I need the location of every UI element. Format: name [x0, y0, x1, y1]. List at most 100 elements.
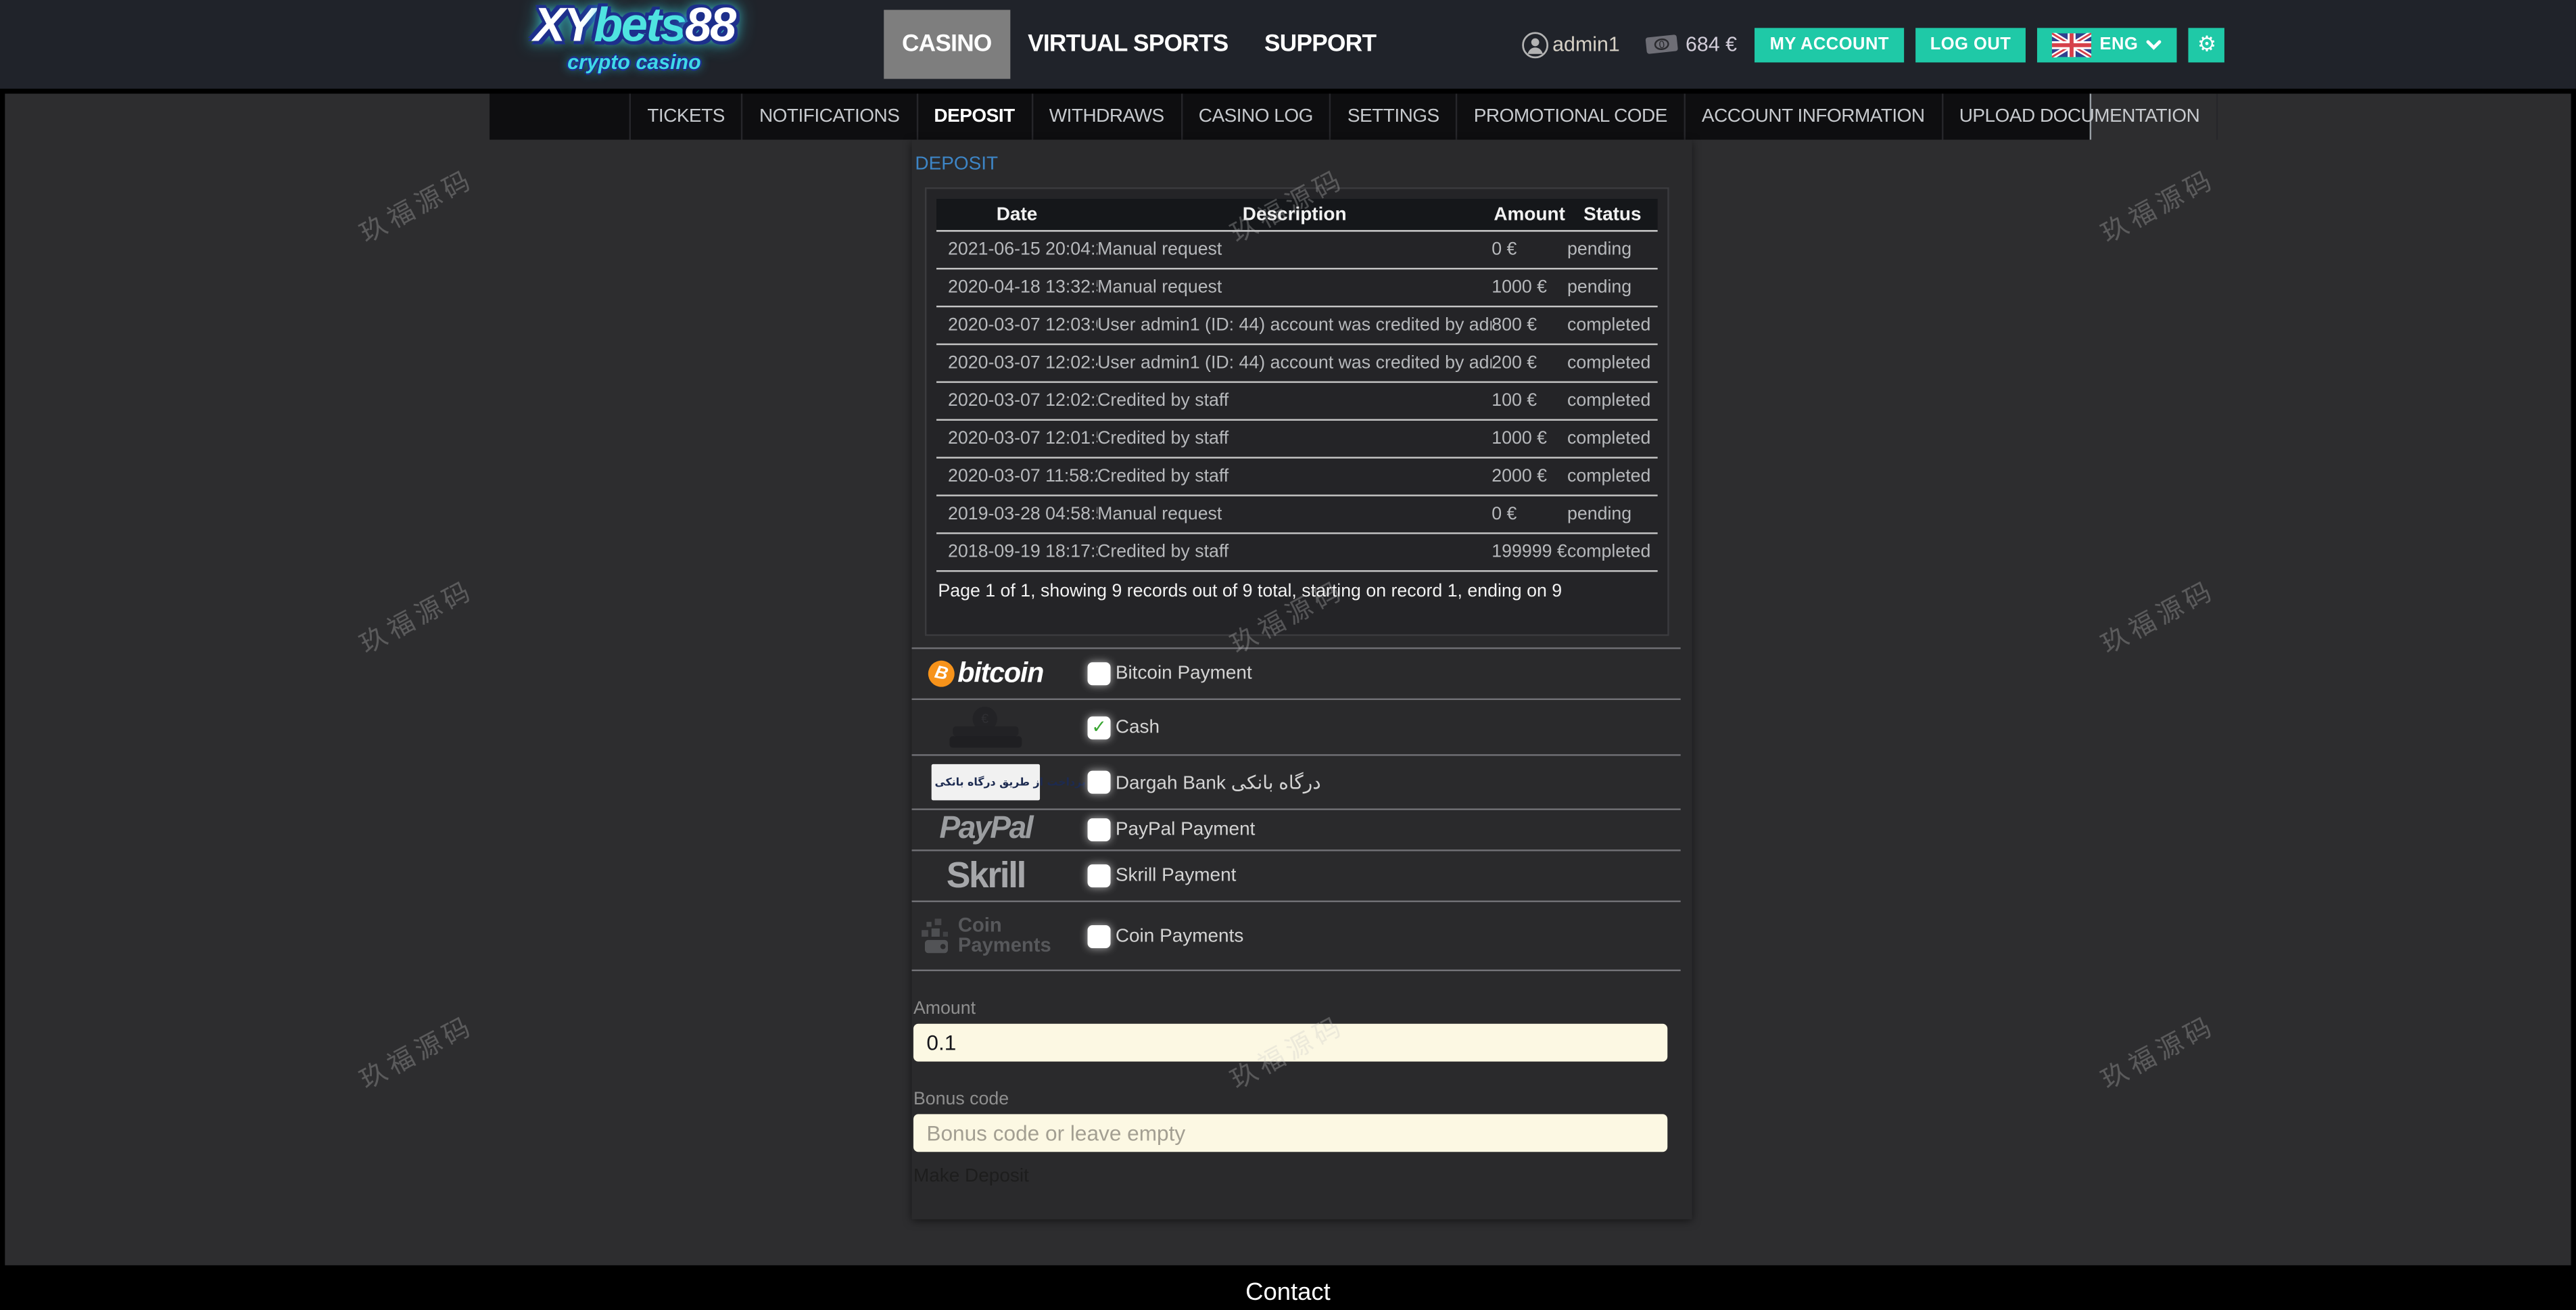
settings-gear-button[interactable]: ⚙	[2189, 27, 2225, 62]
dargah-bank-checkbox[interactable]	[1088, 771, 1111, 794]
payment-method-dargah-bank: پرداخت از طریق درگاه بانکی Dargah Bank در…	[912, 756, 1681, 810]
chevron-down-icon	[2146, 39, 2162, 50]
table-row: 2020-03-07 12:02:22Credited by staff100 …	[936, 383, 1658, 421]
cell-date: 2019-03-28 04:58:57	[936, 505, 1097, 524]
subnav-tab-promotional-code[interactable]: PROMOTIONAL CODE	[1456, 93, 1684, 139]
deposit-form: Amount Bonus code Make Deposit	[912, 999, 1692, 1190]
cell-amount: 1000 €	[1492, 429, 1567, 448]
cell-status: completed	[1567, 542, 1658, 562]
site-logo[interactable]: XYbets88 crypto casino	[503, 3, 766, 73]
deposit-panel: DEPOSIT DateDescriptionAmountStatus 2021…	[912, 140, 1692, 1219]
subnav-tab-notifications[interactable]: NOTIFICATIONS	[741, 93, 915, 139]
balance: 0 684 €	[1644, 33, 1737, 56]
contact-link[interactable]: Contact	[1245, 1278, 1331, 1306]
cell-description: Credited by staff	[1097, 391, 1492, 411]
cell-status: pending	[1567, 278, 1658, 298]
logo-tagline: crypto casino	[503, 53, 766, 73]
subnav-tab-upload-documentation[interactable]: UPLOAD DOCUMENTATION	[1941, 93, 2218, 139]
table-header-row: DateDescriptionAmountStatus	[936, 199, 1658, 232]
cell-date: 2020-03-07 12:01:55	[936, 429, 1097, 448]
subnav-tab-deposit[interactable]: DEPOSIT	[916, 93, 1031, 139]
cell-description: Manual request	[1097, 278, 1492, 298]
page-body: 玖福源码玖福源码玖福源码玖福源码玖福源码玖福源码玖福源码玖福源码玖福源码 TIC…	[5, 93, 2571, 1265]
payment-method-coin-payments: CoinPaymentsCoin Payments	[912, 902, 1681, 971]
subnav-tab-account-information[interactable]: ACCOUNT INFORMATION	[1684, 93, 1941, 139]
log-out-button[interactable]: LOG OUT	[1915, 27, 2026, 62]
table-row: 2020-03-07 11:58:22Credited by staff2000…	[936, 459, 1658, 496]
cell-status: pending	[1567, 240, 1658, 260]
watermark: 玖福源码	[352, 157, 480, 250]
payment-methods-list: Bbitcoin Bitcoin Payment € ✓ Cash پرداخت از ط…	[912, 647, 1681, 971]
table-row: 2018-09-19 18:17:39Credited by staff1999…	[936, 534, 1658, 572]
cell-description: Credited by staff	[1097, 542, 1492, 562]
amount-input[interactable]	[913, 1024, 1667, 1062]
cell-date: 2018-09-19 18:17:39	[936, 542, 1097, 562]
cell-date: 2020-04-18 13:32:54	[936, 278, 1097, 298]
cell-status: pending	[1567, 505, 1658, 524]
dargah-bank-logo: پرداخت از طریق درگاه بانکی	[912, 764, 1060, 800]
cell-status: completed	[1567, 467, 1658, 486]
bonus-code-input[interactable]	[913, 1114, 1667, 1152]
cell-description: User admin1 (ID: 44) account was credite…	[1097, 316, 1492, 335]
column-header-status: Status	[1567, 205, 1658, 225]
header-right: admin1 0 684 € MY ACCOUNT LOG OUT	[1521, 0, 2225, 89]
cash-checkbox[interactable]: ✓	[1088, 716, 1111, 739]
table-row: 2021-06-15 20:04:26Manual request0 €pend…	[936, 232, 1658, 270]
cell-amount: 1000 €	[1492, 278, 1567, 298]
watermark: 玖福源码	[2093, 157, 2221, 250]
watermark: 玖福源码	[352, 1004, 480, 1097]
coin-payments-checkbox[interactable]	[1088, 925, 1111, 948]
cell-amount: 200 €	[1492, 353, 1567, 373]
money-icon: 0	[1644, 33, 1679, 56]
make-deposit-link[interactable]: Make Deposit	[913, 1167, 1029, 1186]
language-label: ENG	[2100, 34, 2139, 54]
cell-amount: 100 €	[1492, 391, 1567, 411]
subnav-tab-tickets[interactable]: TICKETS	[629, 93, 742, 139]
user-icon	[1521, 30, 1549, 58]
svg-text:0: 0	[1658, 39, 1665, 51]
cell-amount: 0 €	[1492, 505, 1567, 524]
skrill-checkbox[interactable]	[1088, 864, 1111, 887]
subnav-tab-withdraws[interactable]: WITHDRAWS	[1031, 93, 1180, 139]
cell-description: User admin1 (ID: 44) account was credite…	[1097, 353, 1492, 373]
amount-label: Amount	[913, 999, 1667, 1019]
subnav-tab-casino-log[interactable]: CASINO LOG	[1180, 93, 1329, 139]
bitcoin-label: Bitcoin Payment	[1116, 664, 1252, 684]
cell-description: Credited by staff	[1097, 429, 1492, 448]
cell-description: Credited by staff	[1097, 467, 1492, 486]
main-nav-casino[interactable]: CASINO	[884, 10, 1009, 79]
cash-label: Cash	[1116, 718, 1160, 737]
bitcoin-checkbox[interactable]	[1088, 662, 1111, 685]
paypal-checkbox[interactable]	[1088, 818, 1111, 841]
cell-amount: 2000 €	[1492, 467, 1567, 486]
dargah-bank-banner: پرداخت از طریق درگاه بانکی	[932, 764, 1040, 800]
table-body: 2021-06-15 20:04:26Manual request0 €pend…	[936, 232, 1658, 572]
dargah-bank-label: Dargah Bank درگاه بانکی	[1116, 771, 1321, 794]
paypal-logo: PayPal	[912, 812, 1060, 847]
language-selector[interactable]: ENG	[2037, 27, 2177, 62]
main-nav-virtual-sports[interactable]: VIRTUAL SPORTS	[1009, 0, 1246, 89]
cell-description: Manual request	[1097, 240, 1492, 260]
main-nav-support[interactable]: SUPPORT	[1246, 0, 1394, 89]
skrill-label: Skrill Payment	[1116, 866, 1237, 886]
viewport: XYbets88 crypto casino CASINOVIRTUAL SPO…	[0, 0, 2576, 1310]
balance-value: 684 €	[1686, 33, 1737, 56]
coin-payments-logo: CoinPayments	[912, 917, 1060, 954]
my-account-button[interactable]: MY ACCOUNT	[1755, 27, 1904, 62]
cell-amount: 199999 €	[1492, 542, 1567, 562]
footer: Contact	[0, 1265, 2576, 1310]
cell-status: completed	[1567, 316, 1658, 335]
account-subnav: TICKETSNOTIFICATIONSDEPOSITWITHDRAWSCASI…	[490, 93, 2091, 139]
cash-money-icon: €	[949, 706, 1022, 749]
watermark: 玖福源码	[352, 568, 480, 661]
table-row: 2020-03-07 12:01:55Credited by staff1000…	[936, 421, 1658, 459]
payment-method-paypal: PayPalPayPal Payment	[912, 810, 1681, 851]
coinpayments-logo: CoinPayments	[920, 917, 1051, 954]
column-header-amount: Amount	[1492, 205, 1567, 225]
bitcoin-coin-icon: B	[926, 658, 957, 689]
user-info: admin1	[1521, 30, 1620, 58]
cash-logo: €	[912, 706, 1060, 749]
cell-status: completed	[1567, 391, 1658, 411]
subnav-tab-settings[interactable]: SETTINGS	[1329, 93, 1456, 139]
bitcoin-logo: Bbitcoin	[912, 657, 1060, 691]
